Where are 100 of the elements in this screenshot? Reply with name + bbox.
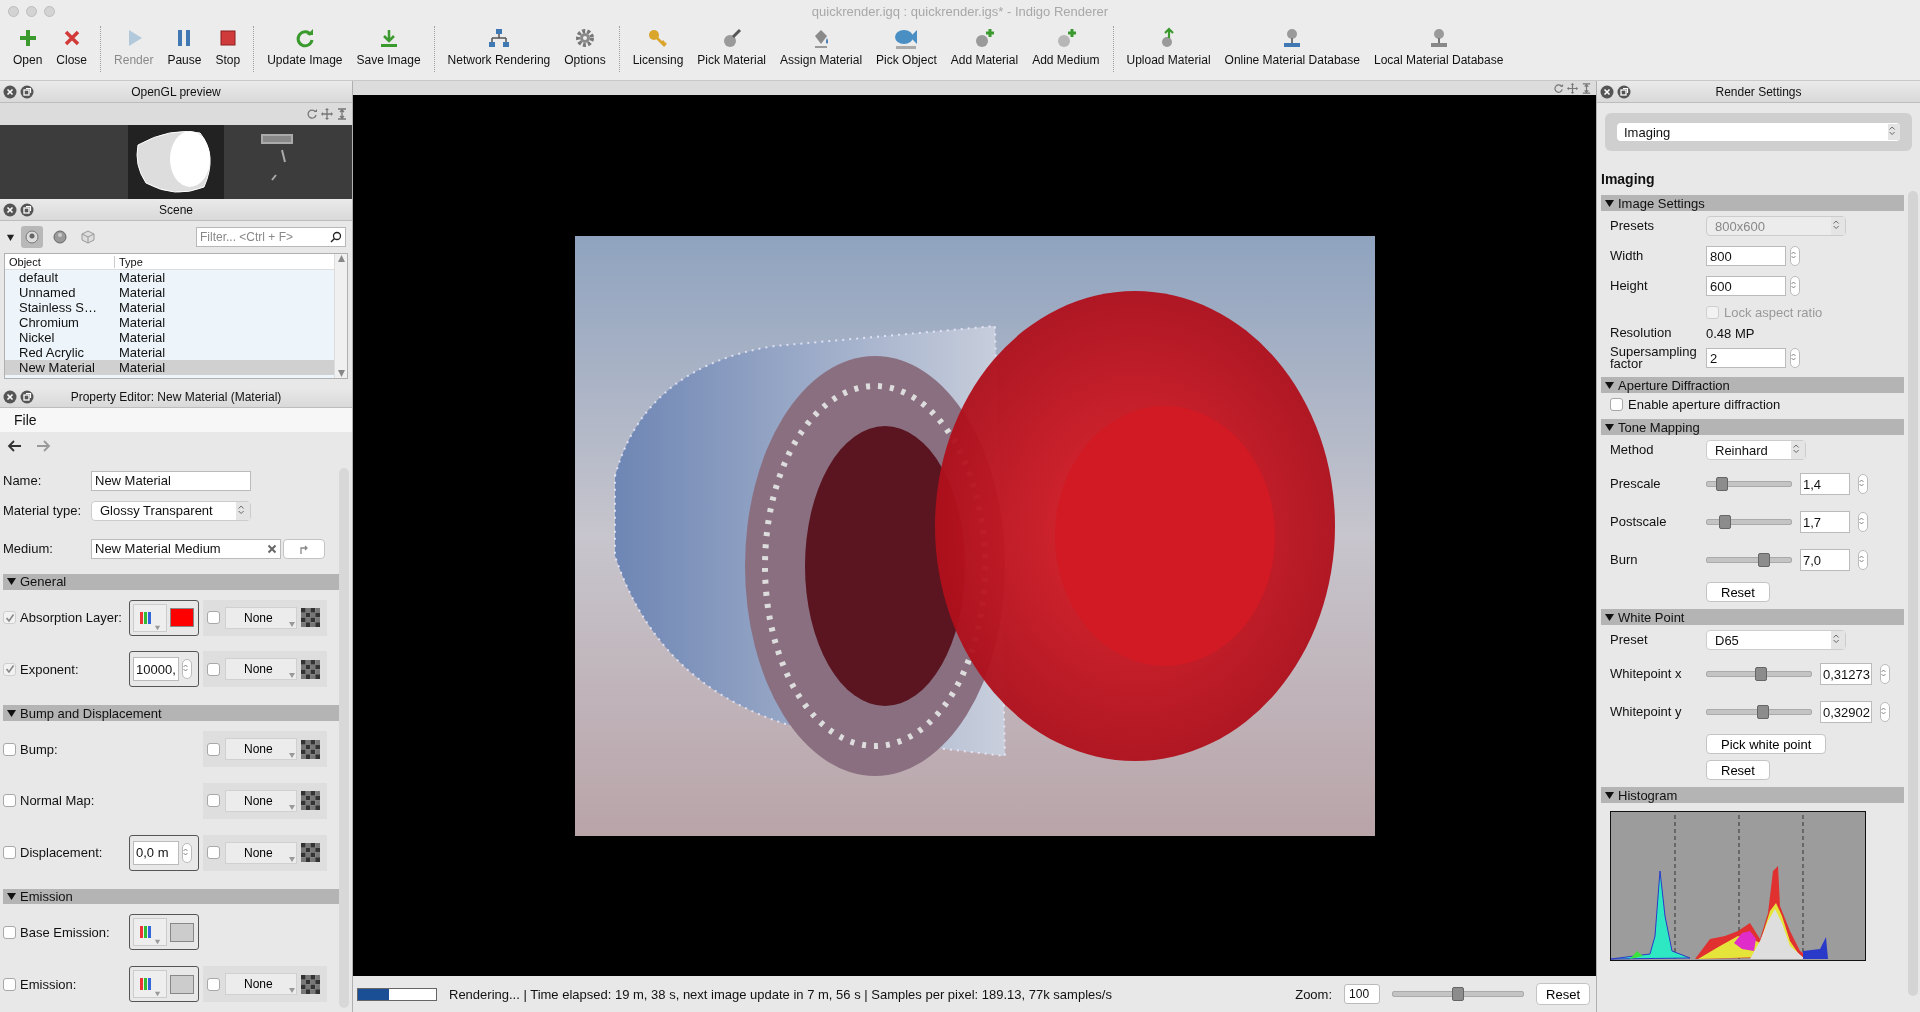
- stepper-button[interactable]: [1790, 246, 1800, 266]
- checkbox[interactable]: [3, 977, 16, 991]
- table-row[interactable]: New Material Material: [5, 360, 334, 375]
- checkbox[interactable]: [1610, 397, 1623, 411]
- texture-dropdown[interactable]: None: [225, 738, 297, 761]
- checkbox[interactable]: [207, 662, 220, 676]
- section-header[interactable]: Emission: [3, 888, 339, 905]
- section-header[interactable]: Tone Mapping: [1601, 419, 1904, 435]
- stepper-button[interactable]: [1858, 550, 1868, 570]
- button[interactable]: Reset: [1706, 582, 1770, 602]
- stepper-button[interactable]: [1858, 474, 1868, 494]
- section-header[interactable]: Histogram: [1601, 787, 1904, 803]
- number-field[interactable]: 0,32902: [1820, 701, 1872, 723]
- slider-thumb[interactable]: [1758, 553, 1771, 567]
- color-picker[interactable]: [129, 914, 199, 951]
- section-header[interactable]: White Point: [1601, 609, 1904, 625]
- checkbox[interactable]: [207, 794, 220, 808]
- button[interactable]: Reset: [1706, 760, 1770, 780]
- color-swatch[interactable]: [170, 608, 194, 627]
- stepper-button[interactable]: [1790, 276, 1800, 296]
- toolbar-button[interactable]: Pause: [160, 22, 209, 67]
- toolbar-button[interactable]: Add Material: [943, 22, 1026, 67]
- toolbar-button[interactable]: Network Rendering: [440, 22, 558, 67]
- texture-dropdown[interactable]: None: [225, 841, 297, 864]
- checkbox[interactable]: [207, 846, 220, 860]
- number-field[interactable]: 7,0: [1800, 549, 1850, 571]
- color-swatch[interactable]: [170, 974, 194, 994]
- stepper-button[interactable]: [1858, 512, 1868, 532]
- column-header[interactable]: Type: [115, 255, 143, 268]
- texture-dropdown[interactable]: None: [225, 658, 297, 681]
- button[interactable]: Pick white point: [1706, 734, 1827, 754]
- slider-thumb[interactable]: [1719, 515, 1732, 529]
- close-icon[interactable]: [3, 84, 17, 99]
- checkbox[interactable]: [207, 977, 220, 991]
- texture-dropdown[interactable]: None: [225, 606, 297, 629]
- name-field[interactable]: New Material: [91, 470, 251, 491]
- forward-arrow-icon[interactable]: [36, 439, 52, 453]
- toolbar-button[interactable]: Online Material Database: [1217, 22, 1367, 67]
- dropdown[interactable]: D65: [1706, 630, 1846, 650]
- table-row[interactable]: Chromium Material: [5, 315, 334, 330]
- toolbar-button[interactable]: Assign Material: [773, 22, 870, 67]
- toolbar-button[interactable]: Save Image: [349, 22, 428, 67]
- refresh-icon[interactable]: [1553, 82, 1564, 94]
- medium-field[interactable]: New Material Medium: [91, 538, 281, 559]
- number-field[interactable]: 0,31273: [1820, 663, 1872, 685]
- number-field[interactable]: 0,0 m: [133, 840, 179, 865]
- move-icon[interactable]: [1567, 82, 1578, 94]
- dropdown[interactable]: Reinhard: [1706, 440, 1806, 460]
- number-field[interactable]: 10000,: [133, 657, 179, 682]
- toolbar-button[interactable]: Stop: [208, 22, 248, 67]
- float-icon[interactable]: [20, 389, 34, 404]
- number-field[interactable]: 800: [1706, 246, 1786, 266]
- link-button[interactable]: [283, 538, 325, 559]
- close-icon[interactable]: [1600, 84, 1614, 99]
- color-picker[interactable]: [129, 599, 199, 636]
- checkbox[interactable]: [3, 662, 16, 676]
- spectrum-button[interactable]: [133, 918, 167, 947]
- slider-thumb[interactable]: [1452, 987, 1465, 1001]
- number-field[interactable]: 2: [1706, 348, 1786, 368]
- table-row[interactable]: Unnamed Material: [5, 285, 334, 300]
- toolbar-button[interactable]: Open: [6, 22, 50, 67]
- zoom-window-button[interactable]: [44, 5, 55, 17]
- checkbox[interactable]: [207, 611, 220, 624]
- move-icon[interactable]: [321, 108, 333, 120]
- number-spinner[interactable]: 0,0 m: [129, 834, 199, 871]
- view-toggle-button[interactable]: [21, 226, 43, 248]
- texture-dropdown[interactable]: None: [225, 789, 297, 812]
- search-field[interactable]: Filter... <Ctrl + F>: [196, 227, 346, 247]
- table-row[interactable]: Nickel Material: [5, 330, 334, 345]
- section-header[interactable]: Bump and Displacement: [3, 705, 339, 722]
- toolbar-button[interactable]: Options: [557, 22, 613, 67]
- refresh-icon[interactable]: [306, 108, 318, 120]
- scrollbar[interactable]: [334, 254, 347, 378]
- table-row[interactable]: default Material: [5, 270, 334, 285]
- toolbar-button[interactable]: Local Material Database: [1366, 22, 1511, 67]
- column-header[interactable]: Object: [5, 255, 115, 268]
- table-row[interactable]: Red Acrylic Material: [5, 345, 334, 360]
- number-spinner[interactable]: 10000,: [129, 651, 199, 688]
- checkbox[interactable]: [3, 794, 16, 808]
- section-header[interactable]: General: [3, 573, 339, 590]
- stepper-button[interactable]: [182, 842, 192, 863]
- material-type-dropdown[interactable]: Glossy Transparent: [91, 500, 251, 521]
- float-icon[interactable]: [1617, 84, 1631, 99]
- number-field[interactable]: 1,7: [1800, 511, 1850, 533]
- stepper-button[interactable]: [1880, 702, 1890, 722]
- float-icon[interactable]: [20, 84, 34, 99]
- close-icon[interactable]: [3, 389, 17, 404]
- number-field[interactable]: 1,4: [1800, 473, 1850, 495]
- stepper-button[interactable]: [1790, 348, 1800, 368]
- category-dropdown[interactable]: Imaging: [1617, 123, 1900, 141]
- float-icon[interactable]: [20, 202, 34, 217]
- stepper-button[interactable]: [182, 659, 192, 680]
- toolbar-button[interactable]: Close: [49, 22, 95, 67]
- toolbar-button[interactable]: Upload Material: [1119, 22, 1218, 67]
- color-swatch[interactable]: [170, 922, 194, 942]
- triangle-down-icon[interactable]: [6, 232, 15, 242]
- spectrum-button[interactable]: [133, 603, 167, 632]
- slider-thumb[interactable]: [1755, 667, 1768, 681]
- color-picker[interactable]: [129, 966, 199, 1003]
- toolbar-button[interactable]: Pick Material: [690, 22, 774, 67]
